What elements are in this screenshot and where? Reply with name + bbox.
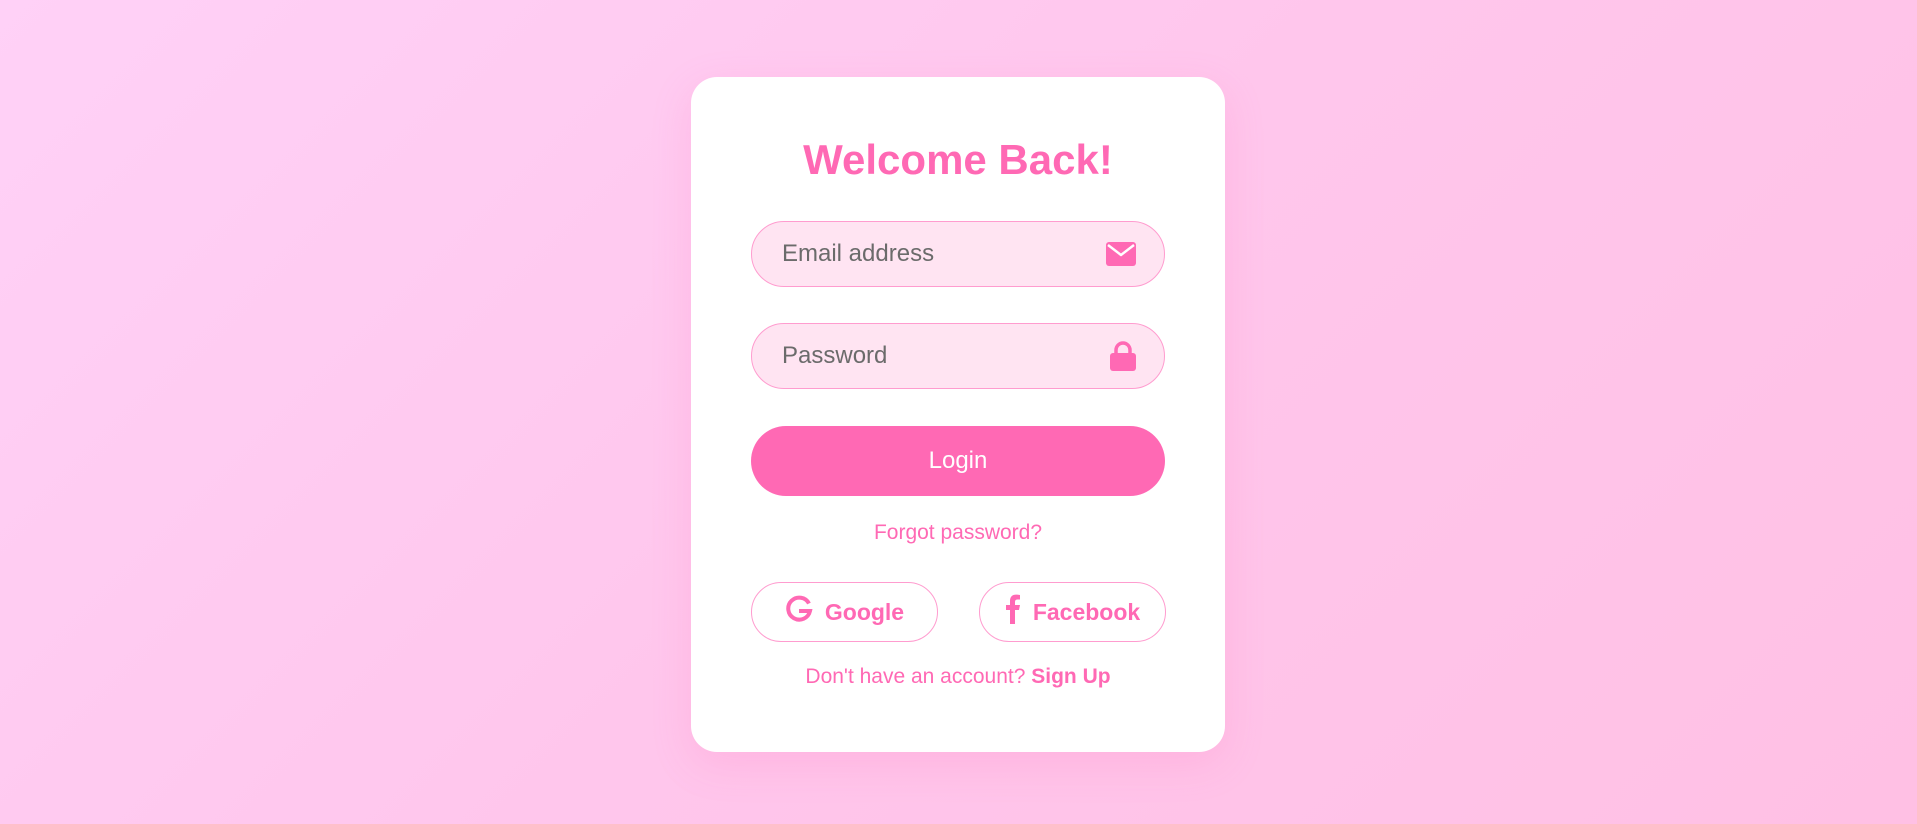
forgot-password-link[interactable]: Forgot password?	[691, 521, 1225, 545]
password-input[interactable]	[782, 324, 1092, 388]
login-button[interactable]: Login	[751, 426, 1165, 496]
google-icon	[785, 595, 813, 629]
facebook-login-button[interactable]: Facebook	[979, 582, 1166, 642]
google-login-button[interactable]: Google	[751, 582, 938, 642]
signup-prompt: Don't have an account? Sign Up	[691, 665, 1225, 689]
signup-prompt-text: Don't have an account?	[805, 665, 1026, 688]
facebook-icon	[1005, 594, 1021, 630]
signup-link[interactable]: Sign Up	[1031, 665, 1110, 688]
facebook-label: Facebook	[1032, 598, 1141, 625]
page-title: Welcome Back!	[803, 136, 1113, 183]
envelope-icon	[1106, 242, 1136, 266]
email-field[interactable]	[751, 221, 1165, 287]
google-label: Google	[824, 598, 905, 625]
password-field[interactable]	[751, 323, 1165, 389]
login-card: Welcome Back! Login Forgot password? Goo…	[691, 77, 1225, 752]
lock-icon	[1110, 341, 1136, 371]
email-input[interactable]	[782, 222, 1092, 286]
